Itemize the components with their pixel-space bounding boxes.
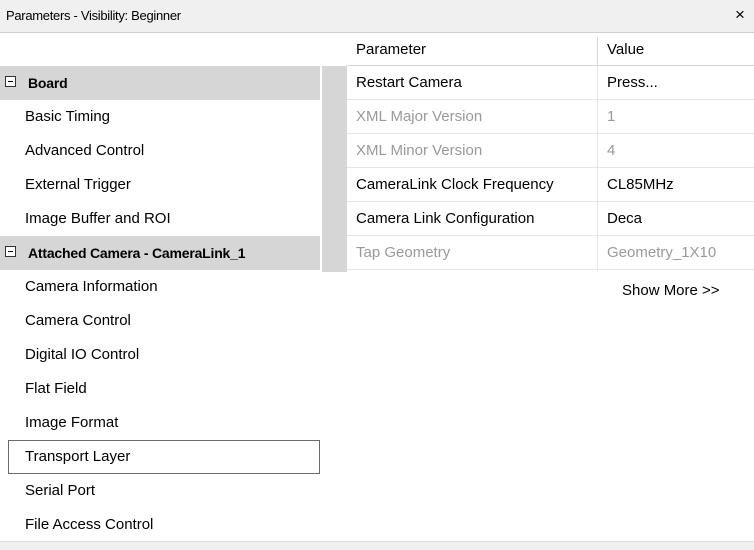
window-title: Parameters - Visibility: Beginner	[6, 8, 181, 23]
tree-item-flat-field[interactable]: Flat Field	[0, 372, 320, 406]
column-separator	[597, 134, 598, 168]
bottom-edge	[0, 541, 754, 550]
tree-item-basic-timing[interactable]: Basic Timing	[0, 100, 320, 134]
parameter-value-dropdown[interactable]: Deca	[607, 210, 642, 227]
panel-divider[interactable]	[320, 33, 347, 541]
tree-item-camera-control[interactable]: Camera Control	[0, 304, 320, 338]
category-label: Attached Camera - CameraLink_1	[28, 245, 246, 261]
tree-item-serial-port[interactable]: Serial Port	[0, 474, 320, 508]
grid-row-tap-geometry: Tap Geometry Geometry_1X10	[347, 236, 754, 270]
collapse-icon[interactable]	[5, 76, 16, 87]
category-attached-camera[interactable]: Attached Camera - CameraLink_1	[0, 236, 320, 270]
tree-item-digital-io-control[interactable]: Digital IO Control	[0, 338, 320, 372]
tree-item-image-buffer-roi[interactable]: Image Buffer and ROI	[0, 202, 320, 236]
parameter-value: Geometry_1X10	[607, 244, 717, 261]
column-separator	[597, 202, 598, 236]
tree-item-label: File Access Control	[25, 516, 154, 533]
column-header-value[interactable]: Value	[607, 41, 644, 58]
column-separator	[597, 66, 598, 100]
title-bar: Parameters - Visibility: Beginner ×	[0, 0, 754, 33]
parameter-value-dropdown[interactable]: CL85MHz	[607, 176, 674, 193]
show-more-link[interactable]: Show More >>	[622, 282, 720, 299]
column-header-parameter[interactable]: Parameter	[356, 41, 426, 58]
tree-item-label: Basic Timing	[25, 108, 111, 125]
tree-item-label: External Trigger	[25, 176, 131, 193]
parameter-name: Camera Link Configuration	[356, 210, 535, 227]
grid-row-xml-major-version: XML Major Version 1	[347, 100, 754, 134]
grid-row-xml-minor-version: XML Minor Version 4	[347, 134, 754, 168]
tree-header	[0, 33, 320, 66]
tree-item-label: Digital IO Control	[25, 346, 140, 363]
category-label: Board	[28, 75, 68, 91]
tree-item-image-format[interactable]: Image Format	[0, 406, 320, 440]
column-separator	[597, 236, 598, 270]
parameter-name: Tap Geometry	[356, 244, 451, 261]
tree-item-transport-layer[interactable]: Transport Layer	[8, 440, 320, 474]
column-separator	[597, 100, 598, 134]
tree-item-advanced-control[interactable]: Advanced Control	[0, 134, 320, 168]
parameter-value: 1	[607, 108, 616, 125]
parameter-value-button[interactable]: Press...	[607, 74, 658, 91]
tree-item-label: Serial Port	[25, 482, 96, 499]
parameter-value: 4	[607, 142, 616, 159]
grid-row-cameralink-clock-frequency[interactable]: CameraLink Clock Frequency CL85MHz	[347, 168, 754, 202]
column-separator[interactable]	[597, 37, 598, 66]
collapse-icon[interactable]	[5, 246, 16, 257]
parameter-grid: Parameter Value Restart Camera Press... …	[347, 33, 754, 541]
tree-item-label: Flat Field	[25, 380, 87, 397]
parameter-name: CameraLink Clock Frequency	[356, 176, 554, 193]
row-header-strip	[322, 66, 347, 272]
parameter-name: XML Major Version	[356, 108, 483, 125]
parameter-name: Restart Camera	[356, 74, 462, 91]
grid-row-camera-link-configuration[interactable]: Camera Link Configuration Deca	[347, 202, 754, 236]
tree-item-camera-information[interactable]: Camera Information	[0, 270, 320, 304]
grid-row-restart-camera[interactable]: Restart Camera Press...	[347, 66, 754, 100]
tree-item-label: Image Buffer and ROI	[25, 210, 171, 227]
tree-item-file-access-control[interactable]: File Access Control	[0, 508, 320, 542]
parameter-name: XML Minor Version	[356, 142, 483, 159]
tree-item-label: Image Format	[25, 414, 119, 431]
close-icon[interactable]: ×	[732, 5, 748, 25]
tree-item-label: Transport Layer	[25, 448, 131, 465]
category-board[interactable]: Board	[0, 66, 320, 100]
column-separator	[597, 168, 598, 202]
tree-item-label: Advanced Control	[25, 142, 145, 159]
grid-header: Parameter Value	[347, 33, 754, 66]
tree-item-external-trigger[interactable]: External Trigger	[0, 168, 320, 202]
category-tree: Board Basic Timing Advanced Control Exte…	[0, 33, 320, 541]
tree-item-label: Camera Control	[25, 312, 131, 329]
tree-item-label: Camera Information	[25, 278, 158, 295]
